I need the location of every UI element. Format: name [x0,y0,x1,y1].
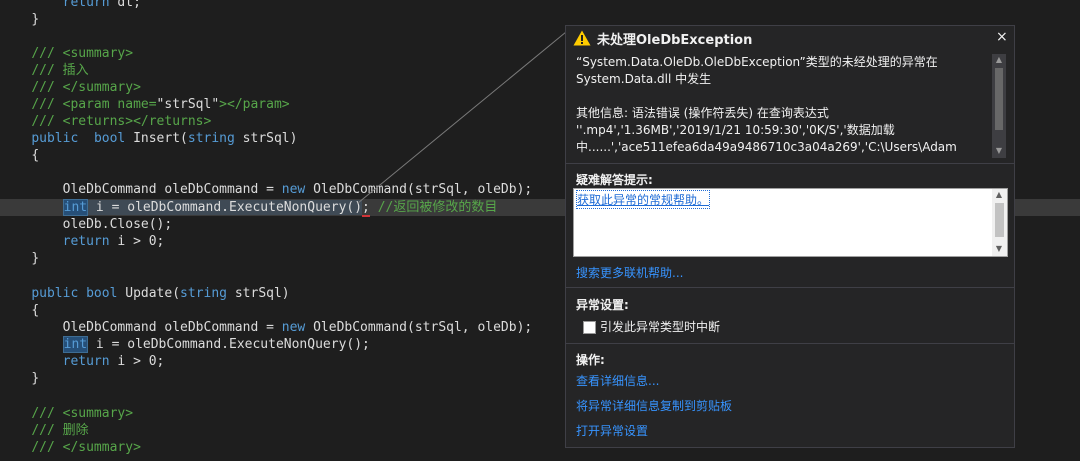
exception-helper-popup: 未处理OleDbException × “System.Data.OleDb.O… [565,25,1015,448]
exception-message[interactable]: “System.Data.OleDb.OleDbException”类型的未经处… [574,54,1008,158]
method-name: Insert( [125,131,188,146]
message-line: 其他信息: 语法错误 (操作符丢失) 在查询表达式 [576,106,829,120]
view-details-link[interactable]: 查看详细信息... [576,372,659,389]
method-name: Update( [117,286,181,301]
message-line: ''.mp4','1.36MB','2019/1/21 10:59:30','0… [576,123,895,137]
warning-icon [573,30,591,46]
doc-tag: <returns></returns> [62,114,212,129]
exception-settings-label: 异常设置: [576,298,629,312]
divider [566,287,1014,288]
break-on-exception-checkbox[interactable] [583,321,596,334]
exception-message-text: “System.Data.OleDb.OleDbException”类型的未经处… [576,54,986,156]
doc-comment: 插入 [62,63,89,78]
message-line [576,88,986,105]
scroll-down-arrow[interactable]: ▼ [992,145,1006,157]
doc-tag: </summary> [62,440,141,455]
divider [566,163,1014,164]
brace: } [31,12,40,27]
actions-label: 操作: [576,353,605,367]
keyword-highlight: int [62,336,89,353]
popup-header: 未处理OleDbException × [566,26,1014,50]
troubleshooting-tips-box: 获取此异常的常规帮助。 ▲ ▼ [573,188,1008,257]
hints-scrollbar[interactable]: ▲ ▼ [992,189,1007,256]
keyword: return [62,0,110,10]
break-on-exception-label[interactable]: 引发此异常类型时中断 [600,318,720,335]
doc-tag: <summary> [62,406,134,421]
scroll-thumb[interactable] [995,203,1004,237]
popup-title: 未处理OleDbException [597,33,753,48]
exception-statement[interactable]: int i = oleDbCommand.ExecuteNonQuery() [62,199,363,216]
error-squiggle: ; [362,200,370,217]
scroll-down-arrow[interactable]: ▼ [992,243,1006,255]
doc-tag: </summary> [62,80,141,95]
keyword-highlight: int [62,199,89,216]
hints-label: 疑难解答提示: [576,173,653,187]
scroll-up-arrow[interactable]: ▲ [992,54,1006,66]
divider [566,343,1014,344]
message-scrollbar[interactable]: ▲ ▼ [992,54,1006,158]
open-exception-settings-link[interactable]: 打开异常设置 [576,422,648,439]
message-line: System.Data.dll 中发生 [576,72,712,86]
scroll-thumb[interactable] [995,68,1003,130]
doc-comment: 删除 [62,423,89,438]
scroll-up-arrow[interactable]: ▲ [992,189,1006,201]
message-line: 中......','ace511efea6da49a9486710c3a04a2… [576,140,957,154]
inline-comment: //返回被修改的数目 [369,200,498,215]
code-line: return dt; [0,0,1080,11]
copy-details-link[interactable]: 将异常详细信息复制到剪贴板 [576,397,732,414]
close-button[interactable]: × [996,29,1008,45]
search-online-help-link[interactable]: 搜索更多联机帮助... [576,264,683,281]
general-help-link[interactable]: 获取此异常的常规帮助。 [575,190,711,209]
message-line: “System.Data.OleDb.OleDbException”类型的未经处… [576,55,938,69]
doc-tag: <summary> [62,46,134,61]
